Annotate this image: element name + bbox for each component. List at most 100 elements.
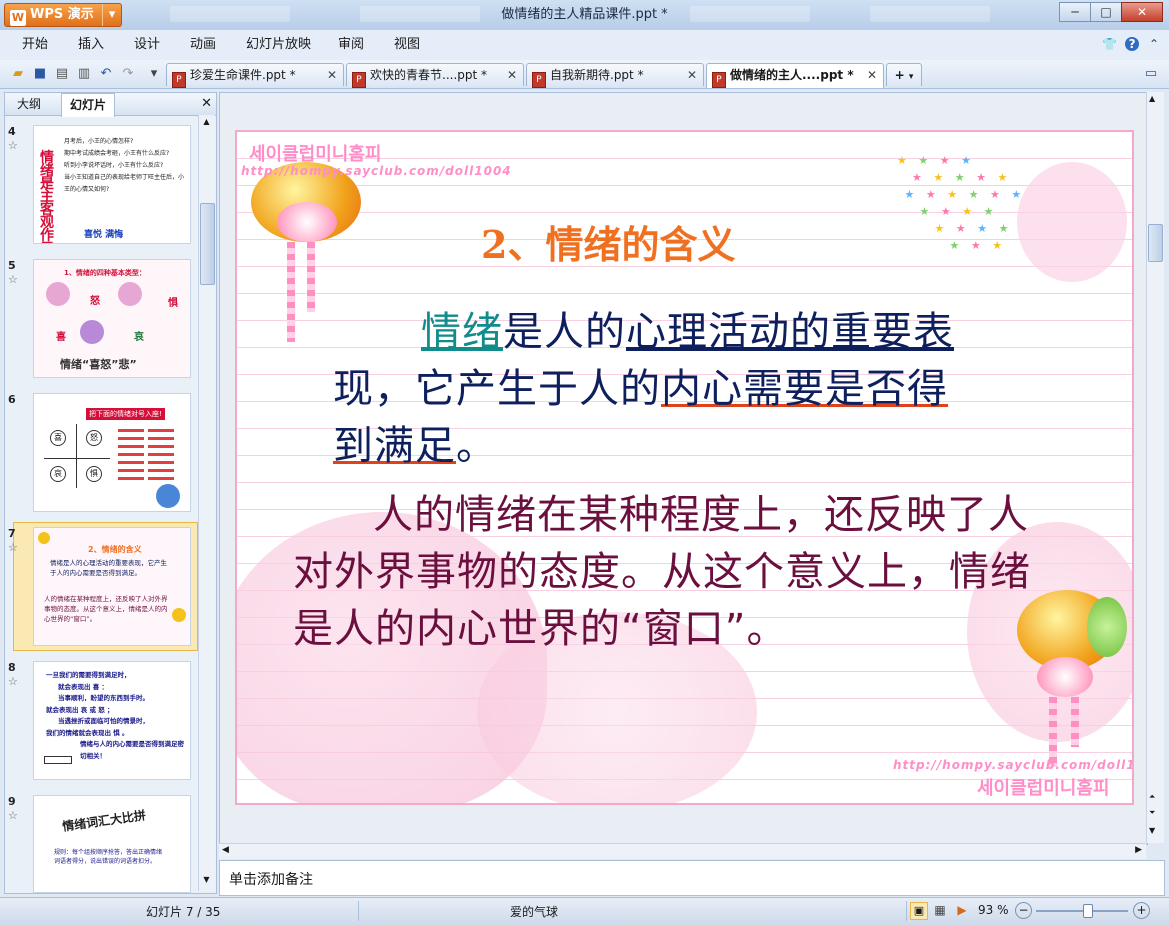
slide-thumbnail[interactable]: 一旦我们的需要得到满足时， 就会表现出 喜 ： 当事顺利，盼望的东西到手时。 就… [33, 661, 191, 780]
thumb-number: 6 [8, 393, 16, 406]
menu-item-home[interactable]: 开始 [22, 30, 48, 60]
close-panel-icon[interactable]: ✕ [201, 96, 212, 111]
ribbon-icon [287, 242, 295, 342]
doc-tab[interactable]: P 欢快的青春节....ppt * ✕ [346, 63, 524, 88]
doc-tab-active[interactable]: P 做情绪的主人....ppt * ✕ [706, 63, 884, 88]
skin-icon[interactable]: 👕 [1102, 37, 1117, 51]
slide-title[interactable]: 2、情绪的含义 [481, 214, 735, 269]
minimize-button[interactable]: ─ [1059, 2, 1091, 22]
animation-star-icon: ☆ [8, 139, 18, 152]
scroll-left-icon[interactable]: ◀ [222, 845, 229, 855]
scroll-up-icon[interactable]: ▲ [1149, 94, 1155, 103]
thumb-bottom-text: 喜悦 满悔 [84, 230, 124, 240]
zoom-out-icon[interactable]: − [1015, 902, 1032, 919]
watermark-korean: 세이클럽미니홈피 [977, 778, 1110, 799]
cartoon-face-icon [118, 282, 142, 306]
doc-tab[interactable]: P 珍爱生命课件.ppt * ✕ [166, 63, 344, 88]
slide-sorter-icon[interactable]: ▦ [932, 902, 948, 918]
scroll-right-icon[interactable]: ▶ [1135, 845, 1142, 855]
chevron-down-icon: ▾ [102, 4, 121, 26]
scroll-down-icon[interactable]: ⏷ [1149, 808, 1155, 818]
cartoon-face-icon [46, 282, 70, 306]
menu-item-review[interactable]: 审阅 [338, 30, 364, 60]
print-icon[interactable]: ▤ [54, 66, 70, 82]
thumb-line: 一旦我们的需要得到满足时， [46, 671, 131, 679]
new-tab-button[interactable]: + ▾ [886, 63, 922, 86]
save-icon[interactable]: ■ [32, 66, 48, 82]
close-tab-icon[interactable]: ✕ [327, 64, 337, 86]
slide-thumbnail[interactable]: 1、情绪的四种基本类型： 怒 惧 喜 哀 情绪“喜怒”悲” [33, 259, 191, 378]
menu-item-insert[interactable]: 插入 [78, 30, 104, 60]
slide-thumbnail[interactable]: 把下面的情绪对号入座! 喜 怒 哀 惧 [33, 393, 191, 512]
doc-tab-label: 珍爱生命课件.ppt * [190, 68, 296, 82]
tab-slides[interactable]: 幻灯片 [61, 93, 116, 117]
scroll-up-icon[interactable]: ⏶ [1149, 792, 1155, 802]
scroll-down-icon[interactable]: ▼ [1149, 826, 1155, 835]
tab-outline[interactable]: 大纲 [9, 93, 49, 115]
panel-scrollbar[interactable]: ▲ ▼ [198, 115, 215, 891]
slide-paragraph-2[interactable]: 人的情绪在某种程度上，还反映了人对外界事物的态度。从这个意义上，情绪是人的内心世… [293, 487, 1063, 658]
menu-item-slideshow[interactable]: 幻灯片放映 [246, 30, 311, 60]
emotion-word: 哀 [50, 466, 66, 482]
slide-paragraph-1[interactable]: 情绪是人的心理活动的重要表 现，它产生于人的内心需要是否得 到满足。 [333, 304, 1033, 475]
wps-app-menu-button[interactable]: W WPS 演示 ▾ [4, 3, 122, 27]
menu-item-view[interactable]: 视图 [394, 30, 420, 60]
scroll-thumb[interactable] [1148, 224, 1163, 262]
zoom-slider-thumb[interactable] [1082, 904, 1093, 918]
background-window-ghost [170, 6, 290, 22]
menu-item-design[interactable]: 设计 [134, 30, 160, 60]
close-tab-icon[interactable]: ✕ [867, 64, 877, 86]
normal-view-icon[interactable]: ▣ [910, 902, 928, 920]
theme-name: 爱的气球 [510, 905, 559, 919]
thumb-number: 5 [8, 259, 16, 272]
plus-icon: + [894, 68, 905, 82]
close-tab-icon[interactable]: ✕ [507, 64, 517, 86]
doc-tab[interactable]: P 自我新期待.ppt * ✕ [526, 63, 704, 88]
horizontal-scrollbar[interactable]: ◀ ▶ [219, 843, 1146, 859]
toolbar-dropdown-icon[interactable]: ▾ [146, 66, 162, 82]
notes-placeholder[interactable]: 单击添加备注 [229, 869, 313, 889]
slide[interactable]: 세이클럽미니홈피 http://hompy.sayclub.com/doll10… [235, 130, 1134, 805]
thumb-paragraph: 情绪是人的心理活动的重要表现，它产生于人的内心需要是否得到满足。 [50, 559, 167, 577]
scroll-thumb[interactable] [200, 203, 215, 285]
animation-star-icon: ☆ [8, 541, 18, 554]
status-bar: 幻灯片 7 / 35 爱的气球 ▣ ▦ ▶ 93 % − + [0, 897, 1169, 926]
slide-thumbnail[interactable]: 情绪词汇大比拼 规则：每个组按顺序抢答，答出正确情绪词语者得分，说出错误的词语者… [33, 795, 191, 893]
chevron-up-icon[interactable]: ⌃ [1149, 37, 1159, 51]
vertical-scrollbar[interactable]: ▲ ⏶ ⏷ ▼ [1146, 92, 1164, 843]
menu-item-animation[interactable]: 动画 [190, 30, 216, 60]
scroll-up-icon[interactable]: ▲ [200, 117, 213, 129]
open-folder-icon[interactable]: ▰ [10, 66, 26, 82]
close-button[interactable]: ✕ [1121, 2, 1163, 22]
emotion-word: 惧 [86, 466, 102, 482]
notes-pane[interactable]: 单击添加备注 [219, 860, 1165, 896]
thumb-paragraph: 人的情绪在某种程度上，还反映了人对外界事物的态度。从这个意义上，情绪是人的内心世… [44, 595, 168, 623]
thumb-line: 当遇挫折或面临可怕的情景时， [58, 717, 149, 725]
panel-tabs: 大纲 幻灯片 ✕ [5, 93, 216, 117]
background-window-ghost [870, 6, 990, 22]
print-preview-icon[interactable]: ▥ [76, 66, 92, 82]
layout-toggle-icon[interactable]: ▭ [1143, 66, 1159, 82]
slide-thumbnail[interactable]: 情绪是主客观作用的 月考后，小王的心情怎样? 期中考试成绩会考砸，小王有什么反应… [33, 125, 191, 244]
zoom-in-icon[interactable]: + [1133, 902, 1150, 919]
maximize-button[interactable]: □ [1090, 2, 1122, 22]
undo-icon[interactable]: ↶ [98, 66, 114, 82]
close-tab-icon[interactable]: ✕ [687, 64, 697, 86]
help-icon[interactable]: ? [1125, 37, 1140, 51]
slide-thumbnail-selected[interactable]: 2、情绪的含义 情绪是人的心理活动的重要表现，它产生于人的内心需要是否得到满足。… [33, 527, 191, 646]
ribbon-icon [1049, 697, 1057, 767]
underlined-text: 内心需要是否得 [661, 366, 948, 412]
redo-icon[interactable]: ↷ [120, 66, 136, 82]
emotion-word: 哀 [134, 332, 144, 343]
slide-counter: 幻灯片 7 / 35 [146, 905, 221, 919]
thumb-line: 我们的情绪就会表现出 惧 。 [46, 728, 129, 737]
scroll-down-icon[interactable]: ▼ [200, 875, 213, 887]
slideshow-icon[interactable]: ▶ [954, 902, 970, 918]
text-run: 现，它产生于人的 [333, 366, 661, 412]
balloon-icon [172, 608, 186, 622]
emotion-word: 喜 [56, 332, 66, 343]
menu-right-tools: 👕 ? ⌃ [1102, 37, 1159, 51]
thumb-title: 情绪词汇大比拼 [61, 808, 147, 834]
emotion-word: 怒 [90, 296, 100, 307]
ribbon-icon [1071, 697, 1079, 747]
